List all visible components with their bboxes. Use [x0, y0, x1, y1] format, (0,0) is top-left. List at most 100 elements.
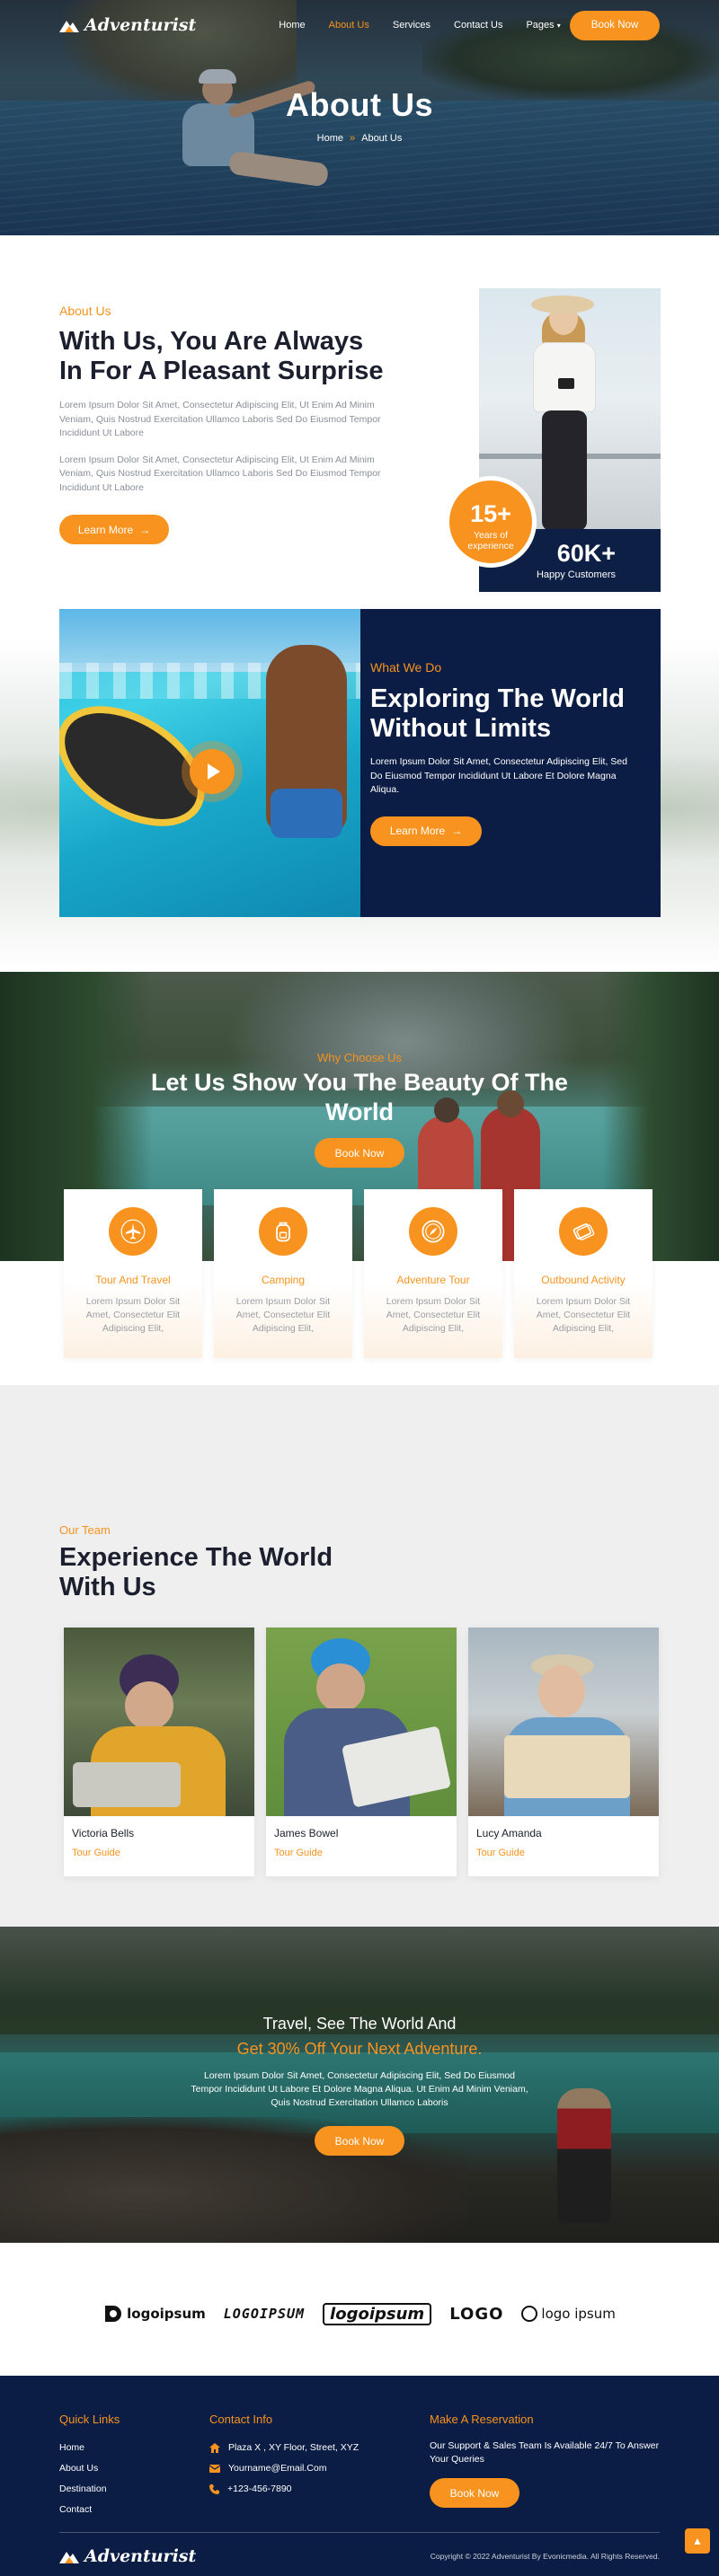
team-member-card[interactable]: Lucy Amanda Tour Guide: [468, 1628, 659, 1876]
service-card-tour-and-travel[interactable]: Tour And Travel Lorem Ipsum Dolor Sit Am…: [64, 1189, 202, 1358]
footer-quick-links: Quick Links Home About Us Destination Co…: [59, 2413, 120, 2515]
partner-logo-mark-icon: [105, 2306, 122, 2322]
footer-link-about-us[interactable]: About Us: [59, 2463, 120, 2474]
promo-paragraph: Lorem Ipsum Dolor Sit Amet, Consectetur …: [191, 2070, 528, 2108]
member-photo: [266, 1628, 457, 1816]
card-text: Lorem Ipsum Dolor Sit Amet, Consectetur …: [536, 1296, 631, 1334]
card-title: Tour And Travel: [95, 1274, 171, 1286]
play-icon[interactable]: [190, 749, 235, 794]
team-section: Our Team Experience The World With Us Vi…: [0, 1385, 719, 1927]
what-we-do-title: Exploring The World Without Limits: [370, 684, 626, 743]
mountain-logo-icon: [59, 21, 79, 32]
globe-icon: [521, 2306, 538, 2322]
chevron-down-icon: ▾: [556, 22, 561, 30]
about-learn-more-button[interactable]: Learn More →: [59, 515, 169, 544]
surfing-video-thumbnail: [59, 609, 360, 917]
home-icon: [209, 2442, 220, 2453]
footer-email[interactable]: Yourname@Email.Com: [209, 2463, 359, 2474]
member-name: Lucy Amanda: [476, 1827, 542, 1839]
card-title: Camping: [261, 1274, 306, 1286]
badge-number: 15+: [470, 500, 511, 527]
chevron-up-icon: ▲: [692, 2535, 703, 2547]
page-title: About Us: [286, 86, 433, 123]
why-heading: Why Choose Us Let Us Show You The Beauty…: [0, 1051, 719, 1168]
team-members: Victoria Bells Tour Guide James Bowel To…: [64, 1628, 659, 1876]
partner-logo: logoipsum: [323, 2302, 432, 2325]
promo-text: Travel, See The World And Get 30% Off Yo…: [0, 2015, 719, 2156]
footer-link-destination[interactable]: Destination: [59, 2483, 120, 2494]
phone-icon: [209, 2483, 219, 2494]
team-eyebrow: Our Team: [59, 1523, 111, 1537]
footer-phone[interactable]: +123-456-7890: [209, 2483, 359, 2494]
why-title: Let Us Show You The Beauty Of The World: [0, 1068, 719, 1127]
what-we-do-panel: What We Do Exploring The World Without L…: [360, 609, 661, 917]
learn-more-label: Learn More: [389, 825, 446, 837]
breadcrumb-home[interactable]: Home: [317, 133, 343, 144]
scroll-to-top-button[interactable]: ▲: [685, 2528, 710, 2554]
team-member-card[interactable]: James Bowel Tour Guide: [266, 1628, 457, 1876]
mail-icon: [209, 2464, 220, 2473]
service-card-camping[interactable]: Camping Lorem Ipsum Dolor Sit Amet, Cons…: [214, 1189, 352, 1358]
team-member-card[interactable]: Victoria Bells Tour Guide: [64, 1628, 254, 1876]
footer-brand-logo[interactable]: Adventurist: [59, 2546, 196, 2566]
nav-pages[interactable]: Pages ▾: [526, 20, 560, 31]
footer-book-now-button[interactable]: Book Now: [430, 2478, 519, 2508]
about-title: With Us, You Are Always In For A Pleasan…: [59, 327, 384, 385]
card-text: Lorem Ipsum Dolor Sit Amet, Consectetur …: [85, 1296, 181, 1334]
footer-link-home[interactable]: Home: [59, 2442, 120, 2453]
breadcrumb-current: About Us: [361, 133, 403, 144]
reservation-text: Our Support & Sales Team Is Available 24…: [430, 2440, 660, 2465]
breadcrumb-separator-icon: »: [349, 133, 356, 144]
partner-logo: LOGOIPSUM: [224, 2306, 305, 2322]
hero-section: Adventurist Home About Us Services Conta…: [0, 0, 719, 235]
service-cards: Tour And Travel Lorem Ipsum Dolor Sit Am…: [64, 1189, 652, 1358]
nav-contact-us[interactable]: Contact Us: [454, 20, 502, 31]
why-choose-us-section: Why Choose Us Let Us Show You The Beauty…: [0, 972, 719, 1385]
plane-icon: [109, 1207, 157, 1256]
partner-logo: LOGO: [449, 2305, 503, 2324]
card-text: Lorem Ipsum Dolor Sit Amet, Consectetur …: [386, 1296, 481, 1334]
member-name: James Bowel: [274, 1827, 339, 1839]
brand-name: Adventurist: [84, 15, 197, 35]
card-text: Lorem Ipsum Dolor Sit Amet, Consectetur …: [235, 1296, 331, 1334]
card-title: Adventure Tour: [396, 1274, 470, 1286]
hero-heading: About Us Home » About Us: [0, 86, 719, 144]
about-eyebrow: About Us: [59, 304, 111, 318]
team-title: Experience The World With Us: [59, 1543, 333, 1601]
address-text: Plaza X , XY Floor, Street, XYZ: [228, 2442, 360, 2453]
copyright: Copyright © 2022 Adventurist By Evonicme…: [430, 2552, 660, 2561]
service-card-adventure-tour[interactable]: Adventure Tour Lorem Ipsum Dolor Sit Ame…: [364, 1189, 502, 1358]
experience-badge: 15+ Years of experience: [445, 476, 537, 568]
compass-icon: [409, 1207, 457, 1256]
nav-book-now-button[interactable]: Book Now: [570, 10, 660, 40]
partner-logos: logoipsum LOGOIPSUM logoipsum LOGO logo …: [0, 2243, 719, 2376]
partner-logo-text: logoipsum: [127, 2306, 206, 2322]
stat-label: Happy Customers: [536, 569, 616, 580]
quick-links-title: Quick Links: [59, 2413, 120, 2426]
card-title: Outbound Activity: [541, 1274, 626, 1286]
nav-links: Home About Us Services Contact Us Pages …: [279, 20, 560, 31]
about-text: About Us With Us, You Are Always In For …: [59, 304, 392, 544]
contact-info-title: Contact Info: [209, 2413, 273, 2426]
footer-address: Plaza X , XY Floor, Street, XYZ: [209, 2442, 359, 2453]
what-we-do-section: What We Do Exploring The World Without L…: [0, 595, 719, 972]
footer-reservation: Make A Reservation Our Support & Sales T…: [430, 2413, 663, 2508]
partner-logo: logo ipsum: [521, 2306, 616, 2322]
partner-logo-text: logoipsum: [323, 2302, 432, 2325]
brand-logo[interactable]: Adventurist: [59, 15, 196, 35]
badge-text: Years of experience: [467, 530, 514, 551]
promo-section: Travel, See The World And Get 30% Off Yo…: [0, 1927, 719, 2243]
what-we-do-learn-more-button[interactable]: Learn More →: [370, 816, 482, 846]
nav-about-us[interactable]: About Us: [329, 20, 369, 31]
reservation-title: Make A Reservation: [430, 2413, 534, 2426]
footer-link-contact[interactable]: Contact: [59, 2504, 120, 2515]
nav-pages-label: Pages: [526, 20, 555, 31]
nav-services[interactable]: Services: [393, 20, 431, 31]
site-footer: Quick Links Home About Us Destination Co…: [0, 2376, 719, 2576]
service-card-outbound-activity[interactable]: Outbound Activity Lorem Ipsum Dolor Sit …: [514, 1189, 652, 1358]
phone-text: +123-456-7890: [227, 2483, 292, 2494]
why-book-now-button[interactable]: Book Now: [315, 1138, 404, 1168]
brand-name: Adventurist: [84, 2546, 197, 2566]
nav-home[interactable]: Home: [279, 20, 305, 31]
promo-book-now-button[interactable]: Book Now: [315, 2126, 404, 2156]
